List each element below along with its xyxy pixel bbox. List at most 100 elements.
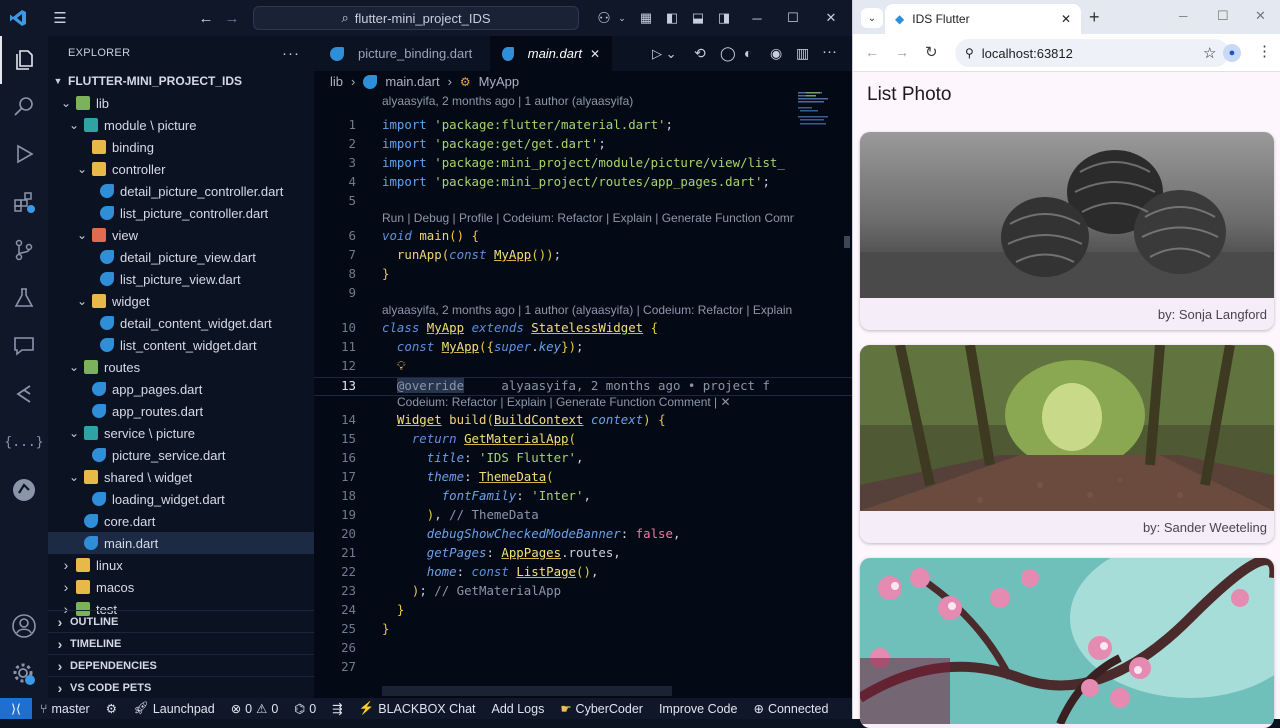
bookmark-star-icon[interactable]: ☆ — [1203, 44, 1216, 62]
run-debug-icon[interactable] — [0, 130, 48, 178]
settings-gear-icon[interactable] — [0, 650, 48, 698]
gitlens-icon[interactable] — [0, 466, 48, 514]
tree-folder-item[interactable]: ⌄ lib — [48, 92, 314, 114]
code-line[interactable]: 8} — [314, 266, 852, 285]
tree-folder-item[interactable]: ⌄ service \ picture — [48, 422, 314, 444]
code-line[interactable]: 3 import 'package:mini_project/module/pic… — [314, 155, 852, 174]
sidebar-section-outline[interactable]: › OUTLINE — [48, 610, 314, 632]
photo-card[interactable]: by: Sonja Langford — [860, 132, 1274, 330]
code-line[interactable]: 14 Widget build(BuildContext context) { — [314, 412, 852, 431]
tree-file-item[interactable]: core.dart — [48, 510, 314, 532]
horizontal-scrollbar[interactable] — [382, 686, 672, 696]
code-line[interactable]: 26 — [314, 640, 852, 659]
code-line[interactable]: 6 void main() { — [314, 228, 852, 247]
deploy-icon[interactable]: ⇶ — [324, 701, 350, 716]
maximize-icon[interactable]: ☐ — [778, 6, 808, 30]
forward-arrow-icon[interactable]: → — [218, 4, 246, 32]
tree-file-item[interactable]: app_pages.dart — [48, 378, 314, 400]
code-line[interactable]: 9 — [314, 285, 852, 304]
tree-file-item[interactable]: list_content_widget.dart — [48, 334, 314, 356]
code-line[interactable]: 4 import 'package:mini_project/routes/app… — [314, 174, 852, 193]
toggle-secondary-sidebar-icon[interactable]: ◨ — [710, 4, 738, 32]
tree-file-item[interactable]: detail_picture_view.dart — [48, 246, 314, 268]
more-actions-icon[interactable]: ··· — [282, 45, 300, 62]
tree-file-item[interactable]: loading_widget.dart — [48, 488, 314, 510]
photo-card[interactable] — [860, 558, 1274, 728]
breadcrumb-file[interactable]: main.dart — [385, 74, 439, 89]
address-bar[interactable]: ⚲ localhost:63812 ☆ — [955, 39, 1229, 67]
minimize-icon[interactable]: ─ — [742, 6, 772, 30]
forward-arrow-icon[interactable]: → — [895, 44, 909, 60]
close-tab-icon[interactable]: ✕ — [1061, 12, 1071, 26]
remote-indicator-icon[interactable]: ⟩⟨ — [0, 698, 32, 719]
tree-file-item[interactable]: app_routes.dart — [48, 400, 314, 422]
breadcrumb-symbol[interactable]: MyApp — [479, 74, 519, 89]
json-braces-icon[interactable]: {...} — [0, 418, 48, 466]
code-lens[interactable]: alyaasyifa, 2 months ago | 1 author (aly… — [382, 303, 794, 317]
problems-indicator[interactable]: ⊗ 0 ⚠ 0 — [223, 701, 287, 717]
command-center-search[interactable]: ⌕ flutter-mini_project_IDS — [253, 6, 579, 30]
code-line[interactable]: 23 ); // GetMaterialApp — [314, 583, 852, 602]
new-tab-icon[interactable]: + — [1089, 7, 1100, 28]
tree-folder-item[interactable]: ⌄ controller — [48, 158, 314, 180]
code-lens[interactable]: Run | Debug | Profile | Codeium: Refacto… — [382, 211, 794, 225]
hot-reload-icon[interactable]: ⟲ — [694, 45, 706, 62]
scrollbar-thumb[interactable] — [844, 236, 850, 248]
code-line[interactable]: 18 fontFamily: 'Inter', — [314, 488, 852, 507]
codeium-icon[interactable] — [0, 370, 48, 418]
maximize-icon[interactable]: ☐ — [1217, 8, 1229, 24]
minimize-icon[interactable]: ─ — [1179, 9, 1188, 23]
tree-folder-item[interactable]: ⌄ routes — [48, 356, 314, 378]
code-line[interactable]: 21 getPages: AppPages.routes, — [314, 545, 852, 564]
close-icon[interactable]: ✕ — [816, 6, 846, 30]
code-line[interactable]: 22 home: const ListPage(), — [314, 564, 852, 583]
code-line[interactable]: 16 title: 'IDS Flutter', — [314, 450, 852, 469]
tree-folder-item[interactable]: › macos — [48, 576, 314, 598]
tree-file-item[interactable]: list_picture_controller.dart — [48, 202, 314, 224]
gitlens-compare-icon[interactable]: ◉ — [770, 45, 782, 62]
tree-folder-item[interactable]: ⌄ widget — [48, 290, 314, 312]
code-line[interactable]: 20 debugShowCheckedModeBanner: false, — [314, 526, 852, 545]
code-line[interactable]: 17 theme: ThemeData( — [314, 469, 852, 488]
photo-card[interactable]: by: Sander Weeteling — [860, 345, 1274, 543]
explorer-icon[interactable] — [0, 36, 48, 84]
run-button[interactable]: ▷ ⌄ — [652, 46, 677, 62]
tree-folder-item[interactable]: › linux — [48, 554, 314, 576]
tree-file-item[interactable]: detail_picture_controller.dart — [48, 180, 314, 202]
more-actions-icon[interactable]: ··· — [822, 43, 837, 60]
chat-icon[interactable] — [0, 322, 48, 370]
profile-avatar-icon[interactable]: ● — [1223, 44, 1241, 62]
git-branch[interactable]: ⑂ master — [32, 702, 98, 716]
account-icon[interactable] — [0, 602, 48, 650]
tree-file-item[interactable]: picture_service.dart — [48, 444, 314, 466]
code-line[interactable]: 15 return GetMaterialApp( — [314, 431, 852, 450]
ports-indicator[interactable]: ⌬ 0 — [286, 701, 324, 717]
blackbox-chat-button[interactable]: ⚡ BLACKBOX Chat — [351, 701, 484, 716]
code-line[interactable]: 1 import 'package:flutter/material.dart'; — [314, 117, 852, 136]
connection-status[interactable]: ⊕ Connected — [745, 701, 836, 717]
code-line[interactable]: 7 runApp(const MyApp()); — [314, 247, 852, 266]
code-line[interactable]: 12 💡︎ — [314, 358, 852, 377]
browser-tab[interactable]: ◆ IDS Flutter ✕ — [885, 4, 1081, 34]
close-icon[interactable]: ✕ — [1255, 8, 1266, 24]
browser-menu-icon[interactable]: ⋮ — [1257, 42, 1272, 60]
tree-file-item[interactable]: list_picture_view.dart — [48, 268, 314, 290]
sidebar-section-vs-code-pets[interactable]: › VS CODE PETS — [48, 676, 314, 698]
code-line[interactable]: 25} — [314, 621, 852, 640]
code-line[interactable]: 10 class MyApp extends StatelessWidget { — [314, 320, 852, 339]
tree-folder-item[interactable]: ⌄ module \ picture — [48, 114, 314, 136]
breadcrumb-folder[interactable]: lib — [330, 74, 343, 89]
code-line[interactable]: 24 } — [314, 602, 852, 621]
split-editor-icon[interactable]: ▥ — [796, 45, 809, 62]
code-line[interactable]: 27 — [314, 659, 852, 678]
code-lens[interactable]: Codeium: Refactor | Explain | Generate F… — [397, 395, 809, 409]
layout-icon[interactable]: ▦ — [632, 4, 660, 32]
code-line[interactable]: 19 ), // ThemeData — [314, 507, 852, 526]
code-line[interactable]: 13 @override alyaasyifa, 2 months ago • … — [314, 377, 852, 396]
compare-icon[interactable]: ◐ — [744, 45, 752, 61]
add-logs-button[interactable]: Add Logs — [484, 702, 553, 716]
timeline-icon[interactable]: ◯ — [720, 45, 736, 62]
menu-icon[interactable]: ☰ — [46, 4, 74, 32]
extensions-icon[interactable] — [0, 178, 48, 226]
close-tab-icon[interactable]: ✕ — [590, 47, 600, 61]
